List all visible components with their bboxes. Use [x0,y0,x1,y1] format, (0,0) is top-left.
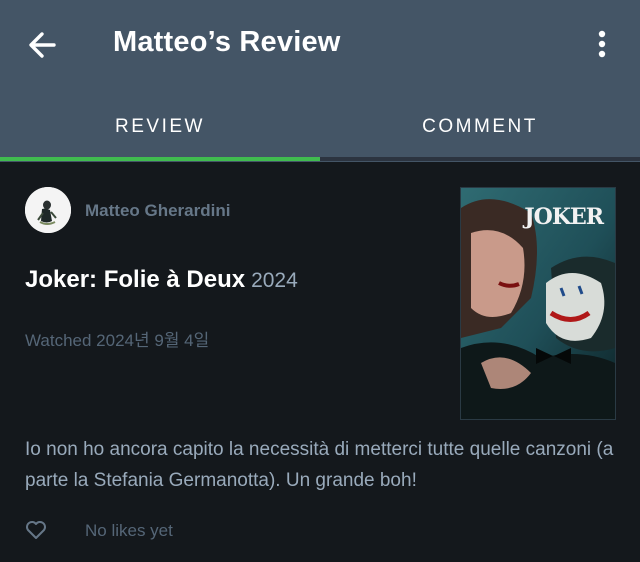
like-button[interactable] [25,520,47,540]
review-author[interactable]: Matteo Gherardini [85,201,230,221]
film-year: 2024 [251,269,298,292]
more-vertical-icon [598,30,606,58]
heart-icon [26,521,46,539]
more-options-button[interactable] [590,28,614,62]
tab-divider [320,157,640,161]
tab-review[interactable]: REVIEW [0,92,320,162]
likes-count: No likes yet [85,521,173,540]
page-title: Matteo’s Review [113,26,341,58]
active-tab-indicator [0,157,320,161]
poster-title: JOKER [524,204,604,230]
avatar-image [25,187,71,233]
review-body: Io non ho ancora capito la necessità di … [25,439,614,491]
tab-comment[interactable]: COMMENT [320,92,640,162]
tab-bar: REVIEW COMMENT [0,92,640,162]
app-bar: Matteo’s Review [0,0,640,92]
film-title[interactable]: Joker: Folie à Deux 2024 [25,266,298,294]
film-poster[interactable]: JOKER [460,187,616,420]
avatar[interactable] [25,187,71,233]
watched-date: Watched 2024년 9월 4일 [25,331,210,350]
back-button[interactable] [26,28,60,62]
film-title-text: Joker: Folie à Deux [25,266,246,293]
arrow-left-icon [29,32,56,58]
